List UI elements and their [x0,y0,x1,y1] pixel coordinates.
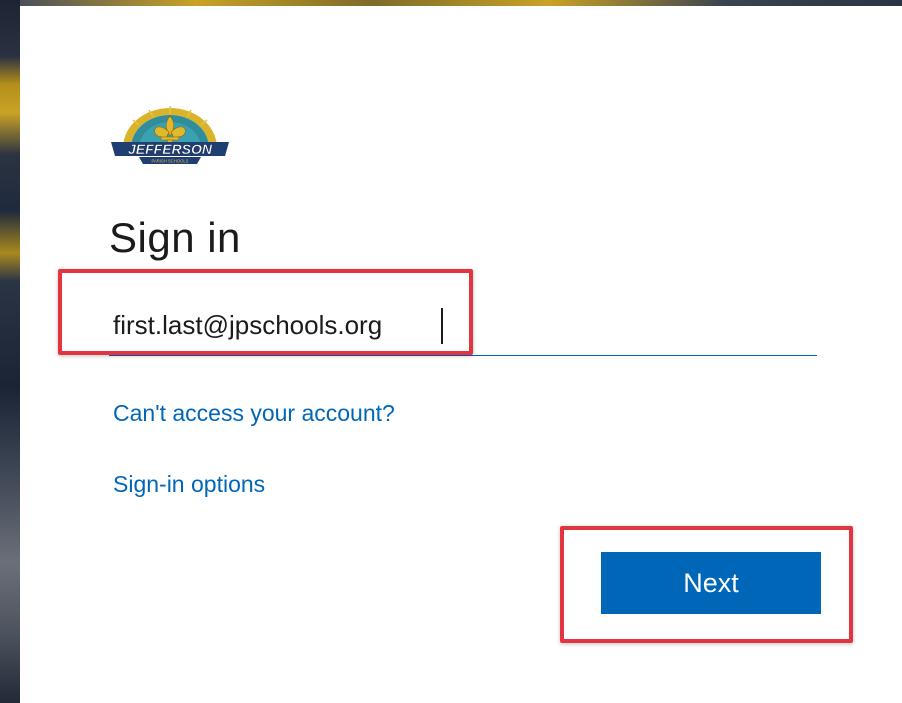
sign-in-card: JEFFERSON PARISH SCHOOLS Sign in Can't a… [20,6,902,703]
email-field-container [109,296,817,358]
sign-in-options-link[interactable]: Sign-in options [113,471,265,498]
email-field[interactable] [109,296,817,356]
logo-wordmark: JEFFERSON [128,141,213,157]
next-button[interactable]: Next [601,552,821,614]
background-image-edge [0,0,20,703]
jefferson-parish-schools-logo: JEFFERSON PARISH SCHOOLS [111,106,229,164]
logo-subtext: PARISH SCHOOLS [152,159,189,164]
page-title: Sign in [109,214,241,261]
cant-access-account-link[interactable]: Can't access your account? [113,400,395,427]
text-caret [441,308,443,344]
